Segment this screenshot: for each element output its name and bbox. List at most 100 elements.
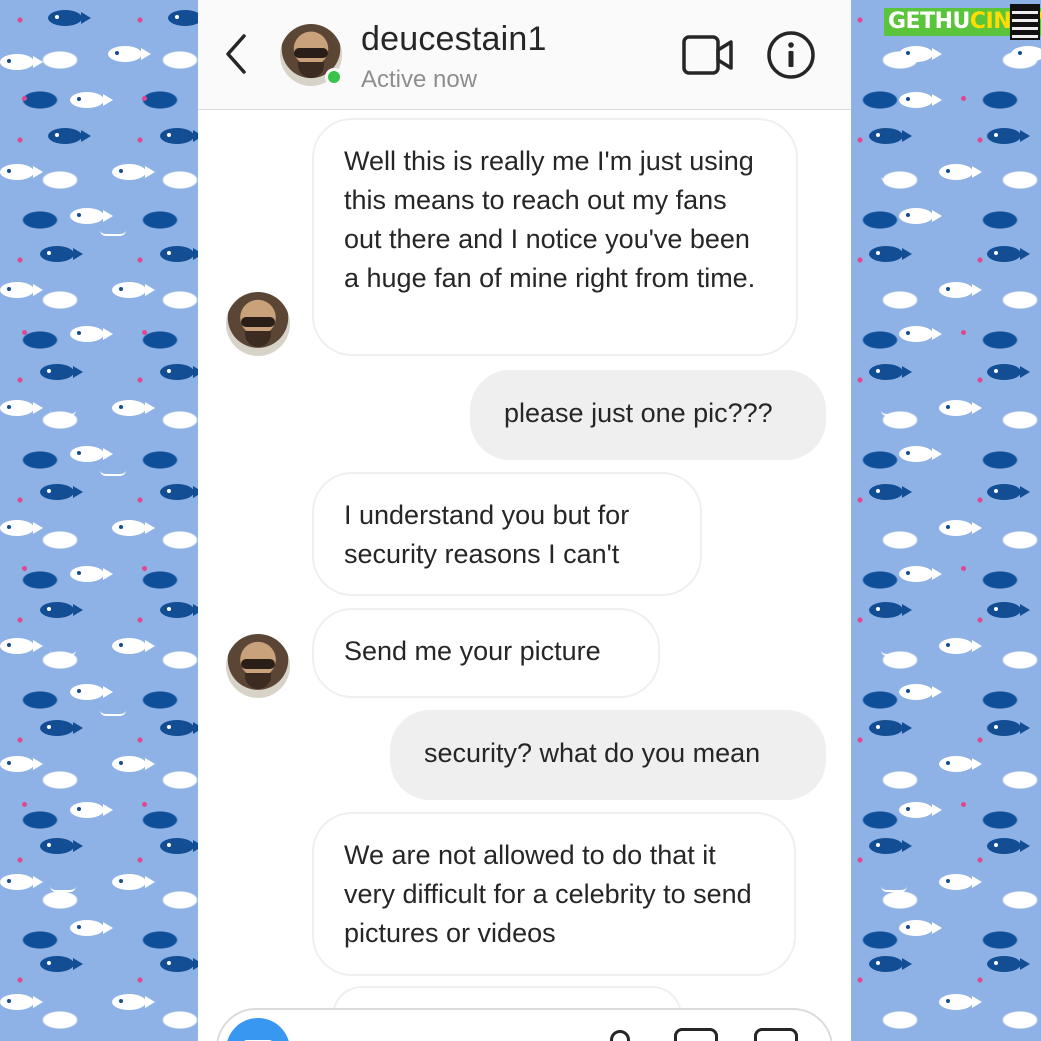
avatar[interactable] [226, 292, 290, 356]
fish-icon [899, 920, 942, 936]
fish-icon [40, 956, 83, 972]
incoming-message-bubble[interactable]: We are not allowed to do that it very di… [312, 812, 796, 976]
fish-icon [112, 874, 155, 890]
dot-decoration [22, 566, 27, 571]
fish-icon [40, 720, 83, 736]
avatar-glasses [294, 48, 328, 58]
fish-icon [70, 326, 113, 342]
film-reel-icon [1010, 4, 1040, 40]
incoming-message-bubble[interactable]: Well this is really me I'm just using th… [312, 118, 798, 356]
fish-icon [899, 802, 942, 818]
dot-decoration [22, 330, 27, 335]
wave-decoration [881, 886, 907, 892]
fish-icon [869, 838, 912, 854]
fish-icon [40, 364, 83, 380]
avatar-glasses [241, 317, 275, 327]
message-thread[interactable]: Well this is really me I'm just using th… [198, 110, 851, 1016]
outgoing-message-bubble[interactable]: security? what do you mean [390, 710, 826, 800]
fish-icon [899, 326, 942, 342]
message-composer[interactable] [216, 1008, 833, 1041]
fish-icon [108, 46, 151, 62]
fish-icon [0, 638, 43, 654]
fish-icon [0, 756, 43, 772]
fish-icon [40, 838, 83, 854]
wave-decoration [50, 410, 76, 416]
fish-icon [70, 920, 113, 936]
dot-decoration [22, 96, 27, 101]
fish-icon [40, 602, 83, 618]
fish-icon [987, 128, 1030, 144]
fish-icon [939, 282, 982, 298]
outgoing-message-bubble[interactable]: please just one pic??? [470, 370, 826, 460]
fish-icon [987, 246, 1030, 262]
fish-icon [0, 164, 43, 180]
avatar[interactable] [226, 634, 290, 698]
incoming-message-bubble[interactable]: I understand you but for security reason… [312, 472, 702, 596]
fish-icon [899, 46, 942, 62]
fish-icon [869, 602, 912, 618]
wave-decoration [881, 650, 907, 656]
chevron-left-icon [226, 34, 246, 74]
dot-decoration [961, 330, 966, 335]
info-icon [767, 31, 815, 79]
fish-icon [160, 956, 198, 972]
info-button[interactable] [766, 30, 816, 80]
fish-icon [899, 566, 942, 582]
fish-icon [869, 246, 912, 262]
fish-icon [112, 164, 155, 180]
chat-username[interactable]: deucestain1 [361, 20, 547, 59]
fish-icon [168, 10, 198, 26]
fish-icon [160, 364, 198, 380]
fish-icon [160, 720, 198, 736]
sticker-icon[interactable] [754, 1028, 798, 1041]
fish-icon [70, 92, 113, 108]
fish-icon [70, 566, 113, 582]
fish-icon [0, 282, 43, 298]
wave-decoration [100, 230, 126, 236]
fish-icon [160, 246, 198, 262]
fish-icon [987, 956, 1030, 972]
fish-icon [160, 602, 198, 618]
fish-icon [0, 400, 43, 416]
fish-icon [869, 720, 912, 736]
avatar-beard [245, 331, 271, 347]
fish-icon [40, 246, 83, 262]
fish-icon [899, 208, 942, 224]
avatar-beard [298, 62, 324, 78]
avatar-beard [245, 673, 271, 689]
wave-decoration [881, 176, 907, 182]
microphone-icon[interactable] [610, 1030, 630, 1041]
fish-icon [0, 994, 43, 1010]
wave-decoration [100, 710, 126, 716]
video-camera-icon [682, 35, 733, 75]
fish-icon [939, 400, 982, 416]
camera-icon [244, 1040, 272, 1041]
fish-icon [869, 956, 912, 972]
dot-decoration [961, 802, 966, 807]
gallery-icon[interactable] [674, 1028, 718, 1041]
fish-icon [987, 838, 1030, 854]
dot-decoration [142, 802, 147, 807]
back-button[interactable] [218, 32, 258, 76]
video-call-button[interactable] [682, 34, 734, 76]
fish-icon [70, 208, 113, 224]
dot-decoration [22, 802, 27, 807]
fish-icon [939, 874, 982, 890]
fish-icon [48, 10, 91, 26]
fish-icon [939, 520, 982, 536]
fish-icon [939, 756, 982, 772]
chat-screen: deucestain1 Active now Well this is real… [198, 0, 851, 1041]
fish-icon [987, 484, 1030, 500]
dot-decoration [142, 96, 147, 101]
fish-icon [0, 874, 43, 890]
fish-icon [40, 484, 83, 500]
incoming-message-bubble[interactable]: Send me your picture [312, 608, 660, 698]
fish-icon [987, 602, 1030, 618]
fish-icon [939, 994, 982, 1010]
camera-button[interactable] [226, 1018, 290, 1041]
dot-decoration [961, 566, 966, 571]
dot-decoration [142, 566, 147, 571]
avatar-glasses [241, 659, 275, 669]
fish-icon [869, 128, 912, 144]
wave-decoration [50, 886, 76, 892]
